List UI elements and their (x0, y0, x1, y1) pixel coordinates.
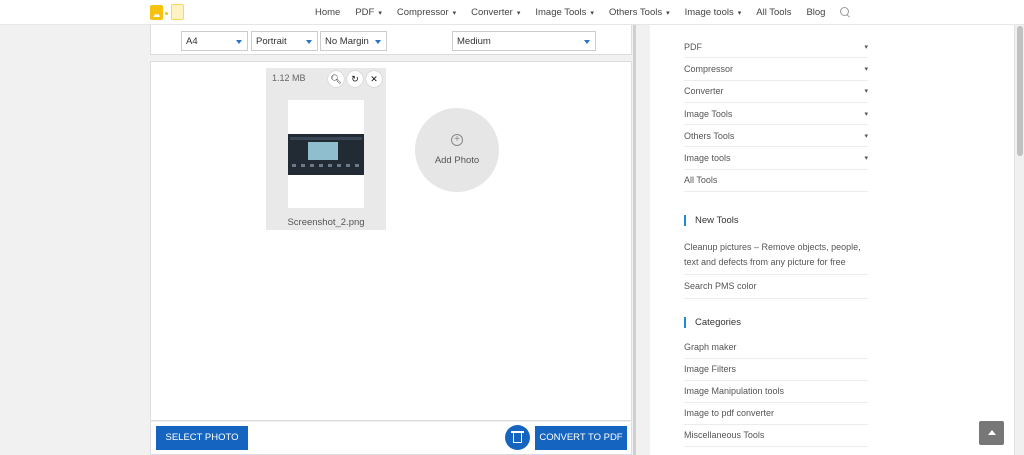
sidebar-item-others-tools[interactable]: Others Tools ▾ (684, 125, 868, 148)
sidebar-item-pdf[interactable]: PDF ▾ (684, 36, 868, 59)
orientation-value: Portrait (256, 36, 287, 47)
sidebar-item-label: Image Tools (684, 108, 733, 119)
delete-all-button[interactable] (505, 425, 530, 450)
scrollbar-thumb[interactable] (1017, 26, 1023, 156)
nav-item-label: Compressor (396, 7, 449, 18)
dropdown-arrow-icon (306, 40, 312, 44)
page-size-value: A4 (186, 36, 198, 47)
nav-item-label: Converter (471, 7, 513, 18)
add-photo-label: Add Photo (434, 155, 480, 166)
dropdown-arrow-icon (236, 40, 242, 44)
category-link[interactable]: Image Manipulation tools (684, 381, 868, 403)
scroll-to-top-button[interactable] (979, 421, 1004, 445)
sidebar-item-all-tools[interactable]: All Tools (684, 170, 868, 193)
sidebar-item-label: PDF (684, 41, 702, 52)
chevron-down-icon: ▾ (864, 110, 868, 118)
quality-select[interactable]: Medium (452, 31, 596, 51)
chevron-down-icon: ▾ (666, 9, 670, 17)
logo-dot (165, 12, 168, 15)
nav-item-label: PDF (355, 7, 375, 18)
image-logo-icon (150, 5, 163, 20)
converter-panel: A4 Portrait No Margin Medium 1.12 MB 🔍︎ … (150, 25, 636, 455)
category-link[interactable]: Miscellaneous Tools (684, 425, 868, 447)
sidebar-item-converter[interactable]: Converter ▾ (684, 81, 868, 103)
margin-select[interactable]: No Margin (320, 31, 387, 51)
plus-circle-icon: + (451, 134, 463, 146)
chevron-down-icon: ▾ (452, 9, 457, 17)
chevron-down-icon: ▾ (864, 43, 868, 51)
category-link[interactable]: Graph maker (684, 337, 868, 359)
options-bar: A4 Portrait No Margin Medium (150, 25, 632, 55)
site-header: Home PDF ▾ Compressor ▾ Converter ▾ Image Tools… (0, 0, 1024, 25)
photo-card: 1.12 MB 🔍︎ ↻ ✕ Screenshot_2.png (266, 68, 386, 230)
orientation-select[interactable]: Portrait (251, 31, 318, 51)
panel-divider (633, 25, 636, 455)
sidebar-item-label: Compressor (684, 63, 734, 74)
new-tool-link[interactable]: Cleanup pictures – Remove objects, peopl… (684, 236, 868, 275)
nav-item-others-tools[interactable]: Others Tools ▾ (609, 7, 670, 18)
convert-to-pdf-button[interactable]: CONVERT TO PDF (535, 426, 627, 450)
sidebar: PDF ▾ Compressor ▾ Converter ▾ Image Tools ▾ Oth… (650, 25, 1014, 455)
nav-item-compressor[interactable]: Compressor ▾ (397, 7, 456, 18)
categories-list: Graph maker Image Filters Image Manipulati… (684, 337, 868, 447)
chevron-down-icon: ▾ (737, 9, 742, 17)
sidebar-item-image-tools[interactable]: Image Tools ▾ (684, 103, 868, 126)
zoom-in-icon[interactable]: 🔍︎ (328, 71, 344, 87)
nav-item-label: Home (315, 7, 341, 18)
file-size: 1.12 MB (272, 73, 306, 83)
pdf-logo-icon (171, 4, 184, 20)
action-bar: SELECT PHOTO CONVERT TO PDF (150, 421, 632, 455)
chevron-down-icon: ▾ (864, 155, 868, 163)
chevron-down-icon: ▾ (864, 88, 868, 96)
main-nav: Home PDF ▾ Compressor ▾ Converter ▾ Image Tools… (315, 0, 851, 25)
chevron-down-icon: ▾ (864, 132, 868, 140)
page-size-select[interactable]: A4 (181, 31, 248, 51)
select-photo-button[interactable]: SELECT PHOTO (156, 426, 248, 450)
category-link[interactable]: Image to pdf converter (684, 403, 868, 425)
nav-item-pdf[interactable]: PDF ▾ (355, 7, 382, 18)
categories-heading: Categories (684, 317, 741, 328)
sidebar-item-label: Others Tools (684, 130, 735, 141)
new-tools-heading: New Tools (684, 215, 739, 226)
nav-item-home[interactable]: Home (315, 7, 340, 18)
rotate-icon[interactable]: ↻ (347, 71, 363, 87)
screenshot-preview (288, 134, 364, 175)
photo-drop-area[interactable]: 1.12 MB 🔍︎ ↻ ✕ Screenshot_2.png + Add Ph… (150, 61, 632, 421)
add-photo-button[interactable]: + Add Photo (415, 108, 499, 192)
sidebar-item-label: Converter (684, 86, 724, 97)
dropdown-arrow-icon (375, 40, 381, 44)
nav-item-image-tools[interactable]: Image tools ▾ (685, 7, 742, 18)
chevron-down-icon: ▾ (516, 9, 521, 17)
page-scrollbar[interactable] (1014, 0, 1024, 455)
nav-item-image-tools[interactable]: Image Tools ▾ (535, 7, 594, 18)
nav-item-converter[interactable]: Converter ▾ (471, 7, 520, 18)
nav-item-label: Image Tools (535, 7, 587, 18)
new-tools-list: Cleanup pictures – Remove objects, peopl… (684, 236, 868, 299)
category-link[interactable]: Image Filters (684, 359, 868, 381)
sidebar-menu: PDF ▾ Compressor ▾ Converter ▾ Image Tools ▾ Oth… (684, 36, 868, 193)
nav-item-label: All Tools (756, 7, 792, 18)
search-icon[interactable] (840, 7, 851, 18)
quality-value: Medium (457, 36, 491, 47)
sidebar-item-image-tools[interactable]: Image tools ▾ (684, 147, 868, 170)
margin-value: No Margin (325, 36, 369, 47)
sidebar-item-compressor[interactable]: Compressor ▾ (684, 58, 868, 81)
nav-item-all-tools[interactable]: All Tools (756, 7, 791, 18)
chevron-down-icon: ▾ (378, 9, 382, 17)
close-icon[interactable]: ✕ (366, 71, 382, 87)
sidebar-item-label: Image tools (684, 153, 731, 164)
dropdown-arrow-icon (584, 40, 590, 44)
nav-item-label: Others Tools (608, 7, 663, 18)
new-tool-link[interactable]: Search PMS color (684, 275, 868, 299)
nav-item-label: Image tools (684, 7, 734, 18)
chevron-down-icon: ▾ (590, 9, 594, 17)
nav-item-label: Blog (806, 7, 826, 18)
sidebar-item-label: All Tools (684, 175, 718, 186)
chevron-down-icon: ▾ (864, 65, 868, 73)
photo-thumbnail (288, 100, 364, 208)
site-logo[interactable] (150, 4, 186, 22)
nav-item-blog[interactable]: Blog (806, 7, 825, 18)
file-name: Screenshot_2.png (287, 217, 365, 228)
